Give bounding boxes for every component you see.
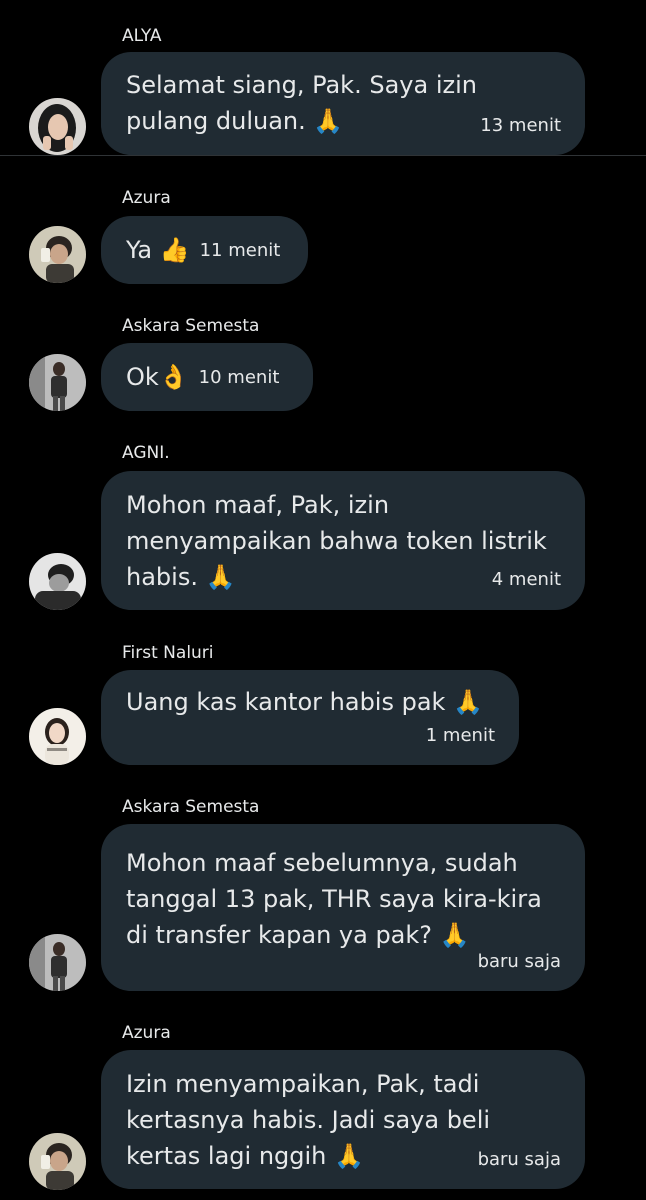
avatar-man-standing-image: [29, 354, 86, 411]
avatar[interactable]: [29, 934, 86, 991]
message-timestamp: baru saja: [477, 1149, 561, 1170]
message-bubble[interactable]: Selamat siang, Pak. Saya izin pulang dul…: [101, 52, 585, 155]
message-timestamp: 10 menit: [198, 367, 280, 388]
avatar[interactable]: [29, 708, 86, 765]
avatar-girl-light-image: [29, 708, 86, 765]
message-bubble[interactable]: Mohon maaf, Pak, izin menyampaikan bahwa…: [101, 471, 585, 610]
avatar-boy-phone-image: [29, 1133, 86, 1190]
message-bubble[interactable]: Ok👌 10 menit: [101, 343, 313, 411]
message-timestamp: 13 menit: [480, 115, 561, 136]
sender-name[interactable]: First Naluri: [122, 643, 214, 663]
avatar[interactable]: [29, 553, 86, 610]
message-timestamp: 11 menit: [199, 240, 281, 261]
message-bubble[interactable]: Izin menyampaikan, Pak, tadi kertasnya h…: [101, 1050, 585, 1189]
avatar[interactable]: [29, 1133, 86, 1190]
avatar-boy-phone-image: [29, 226, 86, 283]
avatar-girl-dark-image: [29, 98, 86, 155]
sender-name[interactable]: Askara Semesta: [122, 797, 259, 817]
avatar[interactable]: [29, 98, 86, 155]
avatar[interactable]: [29, 226, 86, 283]
avatar-man-standing-image: [29, 934, 86, 991]
sender-name[interactable]: Azura: [122, 1023, 171, 1043]
message-timestamp: 4 menit: [491, 569, 561, 590]
avatar[interactable]: [29, 354, 86, 411]
thread-divider: [0, 155, 646, 156]
sender-name[interactable]: AGNI.: [122, 443, 170, 463]
avatar-bw-portrait-image: [29, 553, 86, 610]
message-text: Mohon maaf sebelumnya, sudah tanggal 13 …: [126, 849, 542, 949]
message-text: Ya 👍: [126, 236, 190, 264]
sender-name[interactable]: Azura: [122, 188, 171, 208]
message-bubble[interactable]: Ya 👍 11 menit: [101, 216, 308, 284]
message-timestamp: baru saja: [477, 951, 561, 972]
sender-name[interactable]: ALYA: [122, 26, 162, 46]
message-text: Uang kas kantor habis pak 🙏: [126, 688, 483, 716]
message-text: Ok👌: [126, 363, 189, 391]
sender-name[interactable]: Askara Semesta: [122, 316, 259, 336]
message-bubble[interactable]: Uang kas kantor habis pak 🙏 1 menit: [101, 670, 519, 765]
message-timestamp: 1 menit: [425, 725, 495, 746]
message-bubble[interactable]: Mohon maaf sebelumnya, sudah tanggal 13 …: [101, 824, 585, 991]
